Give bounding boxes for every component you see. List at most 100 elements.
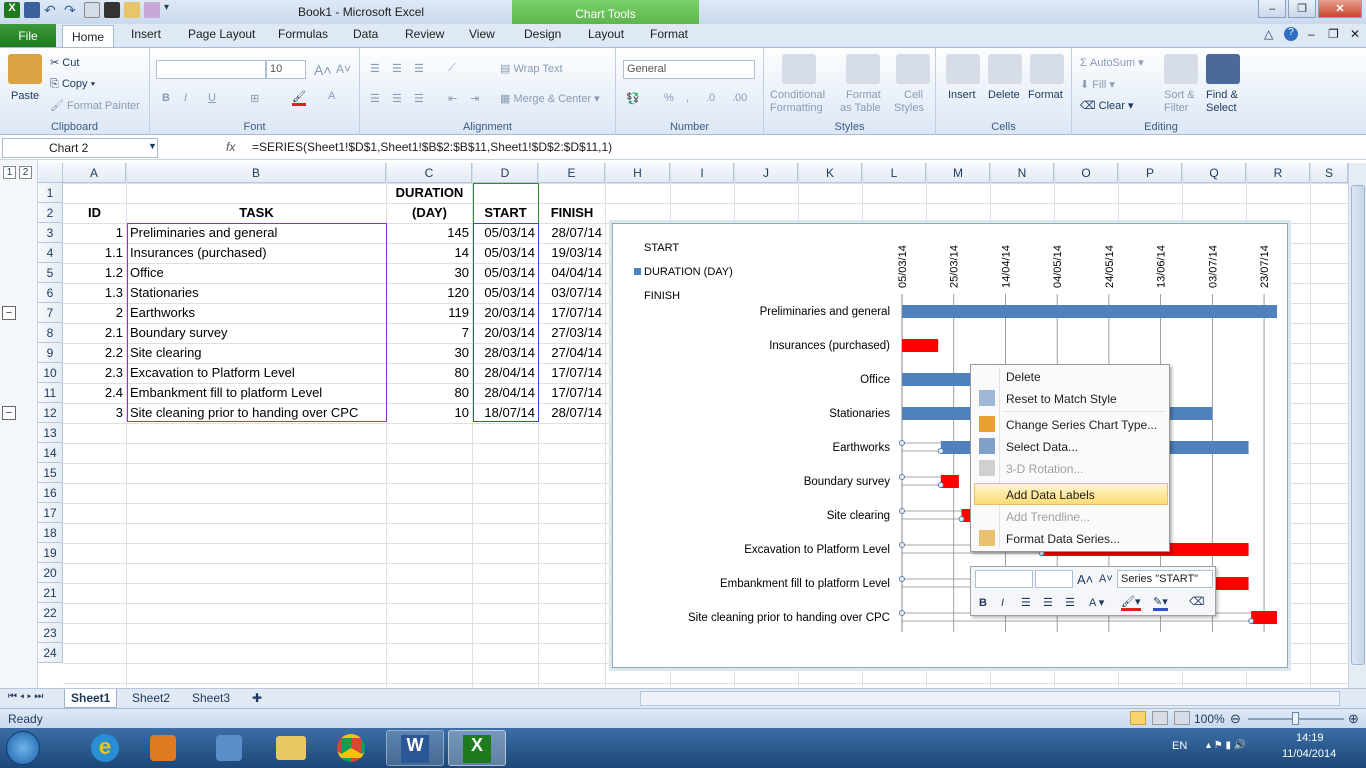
column-header[interactable]: A [63,163,126,183]
form-icon[interactable] [144,2,160,18]
cell-id[interactable]: 3 [63,403,126,423]
mini-format-painter-icon[interactable]: ⌫ [1189,595,1205,608]
accounting-icon[interactable]: 💱 [626,92,640,105]
clock-time[interactable]: 14:19 [1296,732,1324,744]
row-header[interactable]: 13 [38,423,63,443]
zoom-in-icon[interactable]: ⊕ [1348,711,1359,727]
sort-filter-icon[interactable] [1164,54,1198,84]
header-duration[interactable]: DURATION [387,183,472,203]
format-painter-button[interactable]: 🖌 Format Painter [50,99,140,112]
cell-dur[interactable]: 10 [387,403,472,423]
save-icon[interactable] [24,2,40,18]
increase-decimal-icon[interactable]: .0 [706,92,715,104]
grow-font-icon[interactable]: A˄ [314,62,332,78]
header-task[interactable]: TASK [127,203,386,223]
row-header[interactable]: 23 [38,623,63,643]
header-id[interactable]: ID [63,203,126,223]
horizontal-scrollbar[interactable] [640,691,1340,706]
font-name-field[interactable] [156,60,266,79]
tray-icons[interactable]: ▴ ⚑ ▮ 🔊 [1206,740,1246,751]
cell-dur[interactable]: 80 [387,363,472,383]
cell-dur[interactable]: 120 [387,283,472,303]
cell-finish[interactable]: 03/07/14 [539,283,605,303]
fill-color-icon[interactable]: 🖌 [292,90,306,106]
header-duration-unit[interactable]: (DAY) [387,203,472,223]
mini-outline-color-icon[interactable]: ✎▾ [1153,595,1168,611]
format-cells-button[interactable]: Format [1028,89,1063,101]
cell-id[interactable]: 2.1 [63,323,126,343]
row-header[interactable]: 18 [38,523,63,543]
row-header[interactable]: 24 [38,643,63,663]
row-header[interactable]: 8 [38,323,63,343]
tab-home[interactable]: Home [62,25,114,48]
tab-view[interactable]: View [469,27,495,41]
tab-design[interactable]: Design [524,27,561,41]
mini-shrink-font-icon[interactable]: A˅ [1099,573,1113,585]
app-icon[interactable] [200,730,258,766]
column-header[interactable]: Q [1183,163,1246,183]
comma-icon[interactable]: , [686,92,689,104]
menu-delete[interactable]: Delete [1006,370,1041,384]
decrease-decimal-icon[interactable]: .00 [732,92,747,104]
row-header[interactable]: 9 [38,343,63,363]
font-color-icon[interactable]: A [328,90,335,102]
tab-file[interactable]: File [0,24,56,47]
cell-dur[interactable]: 30 [387,343,472,363]
binoculars-icon[interactable] [1206,54,1240,84]
copy-button[interactable]: ⎘ Copy ▾ [50,78,95,91]
delete-cells-button[interactable]: Delete [988,89,1020,101]
cell-finish[interactable]: 04/04/14 [539,263,605,283]
close-button[interactable]: ✕ [1318,0,1362,18]
row-header[interactable]: 11 [38,383,63,403]
row-header[interactable]: 6 [38,283,63,303]
sheet-tab-3[interactable]: Sheet3 [186,689,236,708]
mini-align-right-icon[interactable]: ☰ [1065,596,1075,609]
cell-id[interactable]: 2.2 [63,343,126,363]
paste-icon[interactable] [8,54,42,84]
row-header[interactable]: 3 [38,223,63,243]
menu-reset-style[interactable]: Reset to Match Style [1006,392,1117,406]
help-icon[interactable]: ? [1284,27,1298,41]
cell-dur[interactable]: 30 [387,263,472,283]
cell-finish[interactable]: 17/07/14 [539,303,605,323]
word-icon[interactable]: W [386,730,444,766]
workbook-minimize-icon[interactable]: – [1308,27,1315,41]
column-header[interactable]: E [539,163,605,183]
cell-id[interactable]: 1.2 [63,263,126,283]
insert-cells-icon[interactable] [946,54,980,84]
row-header[interactable]: 7 [38,303,63,323]
column-header[interactable]: M [927,163,990,183]
column-header[interactable]: D [473,163,538,183]
cell-finish[interactable]: 27/04/14 [539,343,605,363]
font-size-field[interactable]: 10 [266,60,306,79]
row-header[interactable]: 14 [38,443,63,463]
column-header[interactable]: L [863,163,926,183]
print-preview-icon[interactable] [84,2,100,18]
start-button[interactable] [6,731,40,765]
conditional-formatting-icon[interactable] [782,54,816,84]
row-header[interactable]: 15 [38,463,63,483]
column-header[interactable]: J [735,163,798,183]
wrap-text-button[interactable]: ▤ Wrap Text [500,62,563,75]
row-header[interactable]: 1 [38,183,63,203]
borders-icon[interactable]: ⊞ [250,92,259,105]
orientation-icon[interactable]: ⟋ [448,62,456,75]
restore-button[interactable]: ❐ [1288,0,1316,18]
clock-date[interactable]: 11/04/2014 [1282,748,1336,760]
cell-finish[interactable]: 17/07/14 [539,383,605,403]
menu-format-data-series[interactable]: Format Data Series... [1006,532,1120,546]
vertical-scroll-thumb[interactable] [1351,185,1365,665]
row-header[interactable]: 10 [38,363,63,383]
cell-dur[interactable]: 119 [387,303,472,323]
cell-finish[interactable]: 19/03/14 [539,243,605,263]
insert-function-icon[interactable]: fx [226,140,235,154]
center-icon[interactable]: ☰ [392,92,402,105]
cell-id[interactable]: 1.3 [63,283,126,303]
column-header[interactable]: B [127,163,386,183]
row-header[interactable]: 19 [38,543,63,563]
italic-icon[interactable]: I [184,92,187,104]
redo-icon[interactable]: ↷ [64,2,80,18]
find-select-label[interactable]: Find & [1206,89,1238,101]
percent-icon[interactable]: % [664,92,674,104]
mini-grow-font-icon[interactable]: A˄ [1077,572,1093,587]
